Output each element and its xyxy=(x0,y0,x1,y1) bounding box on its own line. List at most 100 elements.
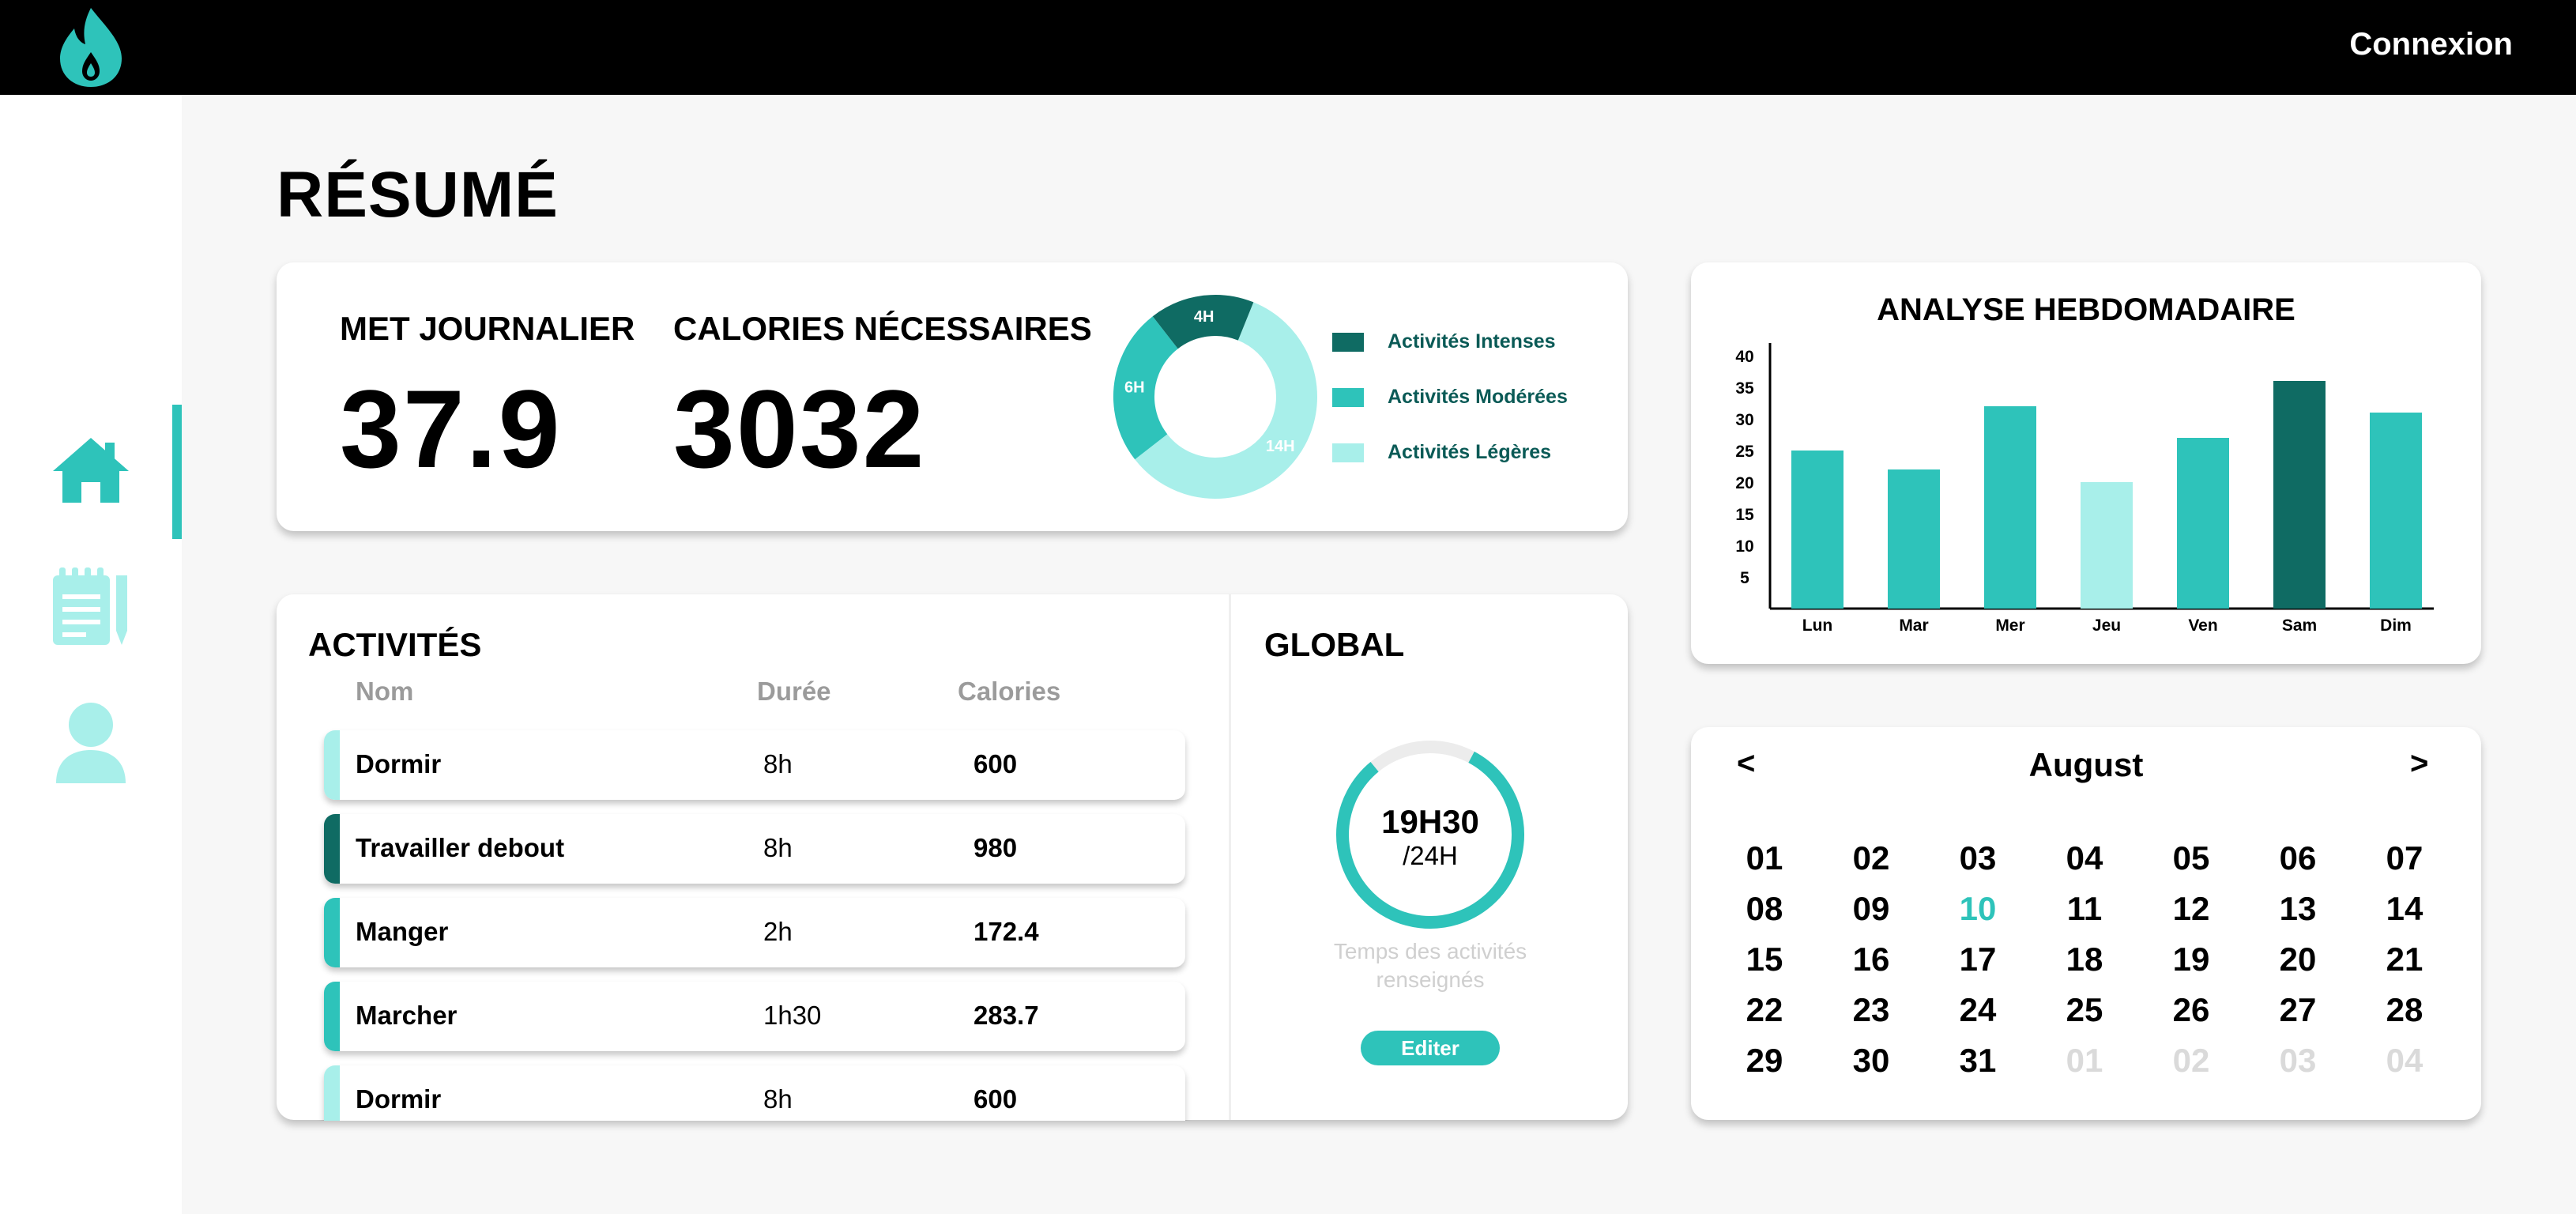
calendar-day[interactable]: 01 xyxy=(2041,1042,2128,1080)
calendar-day[interactable]: 03 xyxy=(1934,839,2021,877)
calendar-day[interactable]: 01 xyxy=(1721,839,1808,877)
global-title: GLOBAL xyxy=(1264,626,1405,663)
donut-slice-label: 14H xyxy=(1266,438,1295,455)
activity-duration: 8h xyxy=(763,833,793,862)
activity-calories: 600 xyxy=(974,1084,1018,1114)
calendar-day[interactable]: 26 xyxy=(2148,991,2235,1029)
calendar-day[interactable]: 14 xyxy=(2361,890,2448,928)
calendar-day[interactable]: 06 xyxy=(2254,839,2341,877)
calendar-day[interactable]: 19 xyxy=(2148,941,2235,978)
global-time-total: /24H xyxy=(1403,841,1458,870)
activity-duration: 2h xyxy=(763,917,793,946)
sidebar xyxy=(0,95,182,1214)
activities-list[interactable]: Dormir 8h 600 Travailler debout 8h 980 M… xyxy=(277,726,1225,1121)
page-title: RÉSUMÉ xyxy=(277,159,559,231)
calendar-day[interactable]: 21 xyxy=(2361,941,2448,978)
calendar-next-button[interactable]: > xyxy=(2410,746,2428,782)
list-item[interactable]: Marcher 1h30 283.7 xyxy=(324,982,1185,1051)
calendar-day[interactable]: 17 xyxy=(1934,941,2021,978)
x-tick-label: Jeu xyxy=(2092,616,2121,635)
calendar-day[interactable]: 15 xyxy=(1721,941,1808,978)
bar xyxy=(1984,406,2036,609)
calendar-day[interactable]: 04 xyxy=(2361,1042,2448,1080)
login-link[interactable]: Connexion xyxy=(2349,27,2513,62)
calendar-day[interactable]: 30 xyxy=(1828,1042,1915,1080)
calendar-day[interactable]: 05 xyxy=(2148,839,2235,877)
calendar-day[interactable]: 12 xyxy=(2148,890,2235,928)
activity-calories: 980 xyxy=(974,833,1018,862)
calendar-day[interactable]: 22 xyxy=(1721,991,1808,1029)
edit-button[interactable]: Editer xyxy=(1361,1031,1500,1065)
calendar-day[interactable]: 11 xyxy=(2041,890,2128,928)
y-tick-label: 40 xyxy=(1735,348,1753,366)
global-caption-line: renseignés xyxy=(1376,967,1485,992)
calendar-day[interactable]: 29 xyxy=(1721,1042,1808,1080)
calendar-day[interactable]: 03 xyxy=(2254,1042,2341,1080)
legend-swatch xyxy=(1332,332,1364,352)
activities-title: ACTIVITÉS xyxy=(308,626,482,663)
list-item[interactable]: Manger 2h 172.4 xyxy=(324,898,1185,967)
calendar-day[interactable]: 02 xyxy=(2148,1042,2235,1080)
y-tick-label: 10 xyxy=(1735,537,1753,556)
calendar-day[interactable]: 04 xyxy=(2041,839,2128,877)
y-tick-label: 15 xyxy=(1735,506,1754,524)
activity-name: Manger xyxy=(356,917,449,946)
calendar-day[interactable]: 02 xyxy=(1828,839,1915,877)
global-time-value: 19H30 xyxy=(1381,803,1479,840)
activity-name: Marcher xyxy=(356,1001,458,1030)
list-item[interactable]: Travailler debout 8h 980 xyxy=(324,814,1185,884)
calendar-day[interactable]: 16 xyxy=(1828,941,1915,978)
sidebar-item-profile[interactable] xyxy=(47,699,134,786)
y-tick-label: 25 xyxy=(1735,443,1754,461)
bar xyxy=(1791,451,1843,609)
calendar-day[interactable]: 10 xyxy=(1934,890,2021,928)
home-icon xyxy=(53,438,129,503)
activity-calories: 600 xyxy=(974,749,1018,779)
calendar-day[interactable]: 28 xyxy=(2361,991,2448,1029)
x-tick-label: Sam xyxy=(2282,616,2317,635)
activity-name: Travailler debout xyxy=(356,833,565,862)
column-header-duration: Durée xyxy=(757,677,831,706)
activity-name: Dormir xyxy=(356,749,442,779)
calendar-day[interactable]: 25 xyxy=(2041,991,2128,1029)
activity-calories: 172.4 xyxy=(974,917,1039,946)
activity-color-strip xyxy=(324,730,340,800)
card-divider xyxy=(1229,594,1231,1120)
calendar-day[interactable]: 27 xyxy=(2254,991,2341,1029)
bar xyxy=(2370,413,2422,609)
user-icon xyxy=(56,703,126,783)
activity-color-strip xyxy=(324,982,340,1051)
activity-color-strip xyxy=(324,814,340,884)
calendar-day[interactable]: 08 xyxy=(1721,890,1808,928)
notepad-icon xyxy=(53,567,127,645)
sidebar-item-activities[interactable] xyxy=(47,563,134,650)
sidebar-item-home[interactable] xyxy=(47,427,134,514)
calories-label: CALORIES NÉCESSAIRES xyxy=(673,310,1092,347)
flame-logo-icon xyxy=(60,8,122,87)
calendar-day[interactable]: 09 xyxy=(1828,890,1915,928)
y-tick-label: 20 xyxy=(1735,474,1753,492)
calendar-day[interactable]: 23 xyxy=(1828,991,1915,1029)
legend-label: Activités Légères xyxy=(1388,441,1552,463)
calendar-day[interactable]: 20 xyxy=(2254,941,2341,978)
activity-duration: 8h xyxy=(763,749,793,779)
legend-swatch xyxy=(1332,443,1364,462)
y-tick-label: 35 xyxy=(1735,379,1754,398)
x-tick-label: Mer xyxy=(1995,616,2024,635)
list-item[interactable]: Dormir 8h 600 xyxy=(324,1065,1185,1121)
legend-item-light: Activités Légères xyxy=(1332,441,1551,464)
activity-calories: 283.7 xyxy=(974,1001,1039,1030)
legend-label: Activités Modérées xyxy=(1388,386,1568,408)
calendar-day[interactable]: 24 xyxy=(1934,991,2021,1029)
calendar-day[interactable]: 31 xyxy=(1934,1042,2021,1080)
global-caption-line: Temps des activités xyxy=(1333,939,1527,963)
x-tick-label: Dim xyxy=(2380,616,2412,635)
calendar-day[interactable]: 13 xyxy=(2254,890,2341,928)
calendar-day[interactable]: 18 xyxy=(2041,941,2128,978)
calendar-day[interactable]: 07 xyxy=(2361,839,2448,877)
met-value: 37.9 xyxy=(340,367,562,491)
x-tick-label: Lun xyxy=(1802,616,1832,635)
active-nav-indicator xyxy=(172,405,182,539)
x-tick-label: Mar xyxy=(1899,616,1928,635)
list-item[interactable]: Dormir 8h 600 xyxy=(324,730,1185,800)
